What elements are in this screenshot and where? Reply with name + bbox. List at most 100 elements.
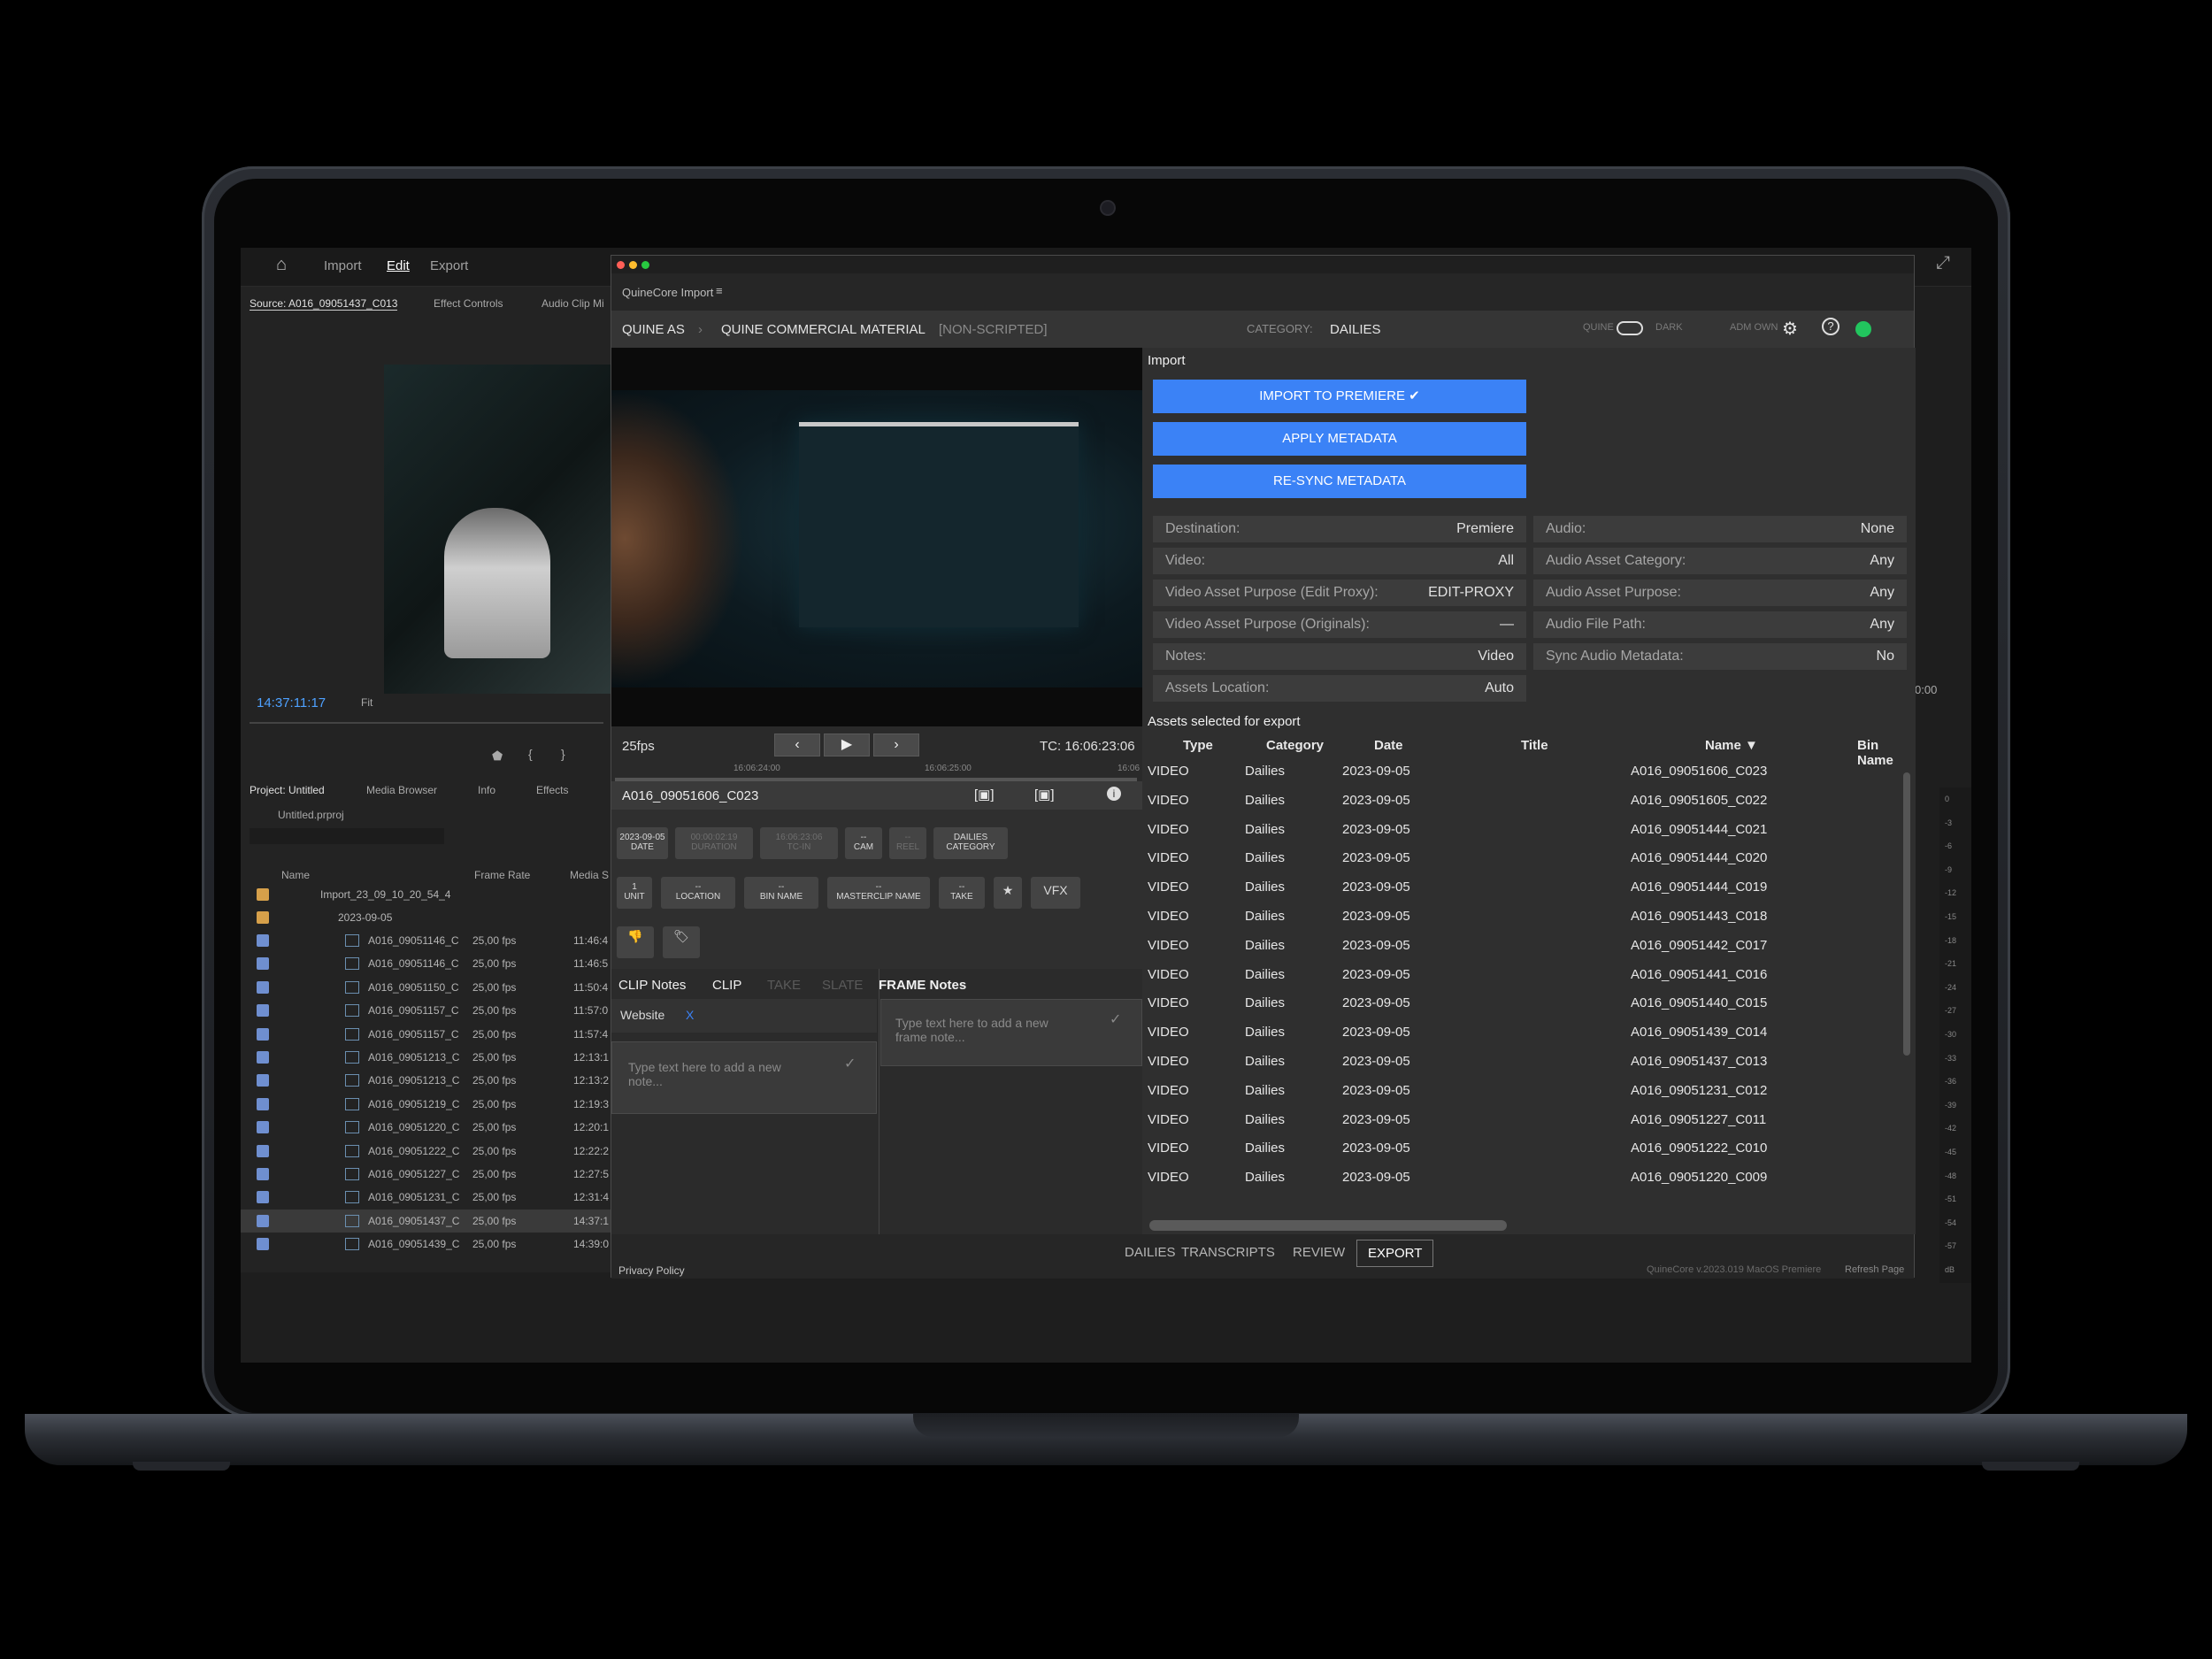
- metadata-chip-take[interactable]: -- TAKE: [939, 877, 985, 909]
- metadata-chip-duration[interactable]: 00:00:02:19 DURATION: [675, 827, 753, 859]
- tab-review[interactable]: REVIEW: [1293, 1245, 1345, 1260]
- remove-tag-button[interactable]: X: [686, 1008, 694, 1022]
- refresh-link[interactable]: Refresh Page: [1845, 1264, 1904, 1275]
- col-type[interactable]: Type: [1183, 738, 1213, 753]
- option-video-asset-purpose--originals--[interactable]: Video Asset Purpose (Originals): —: [1153, 611, 1526, 638]
- metadata-chip-vfx[interactable]: VFX: [1031, 877, 1080, 909]
- tab-media-browser[interactable]: Media Browser: [366, 784, 437, 796]
- clip-note-input[interactable]: Type text here to add a new note... ✓: [611, 1041, 877, 1114]
- fit-dropdown[interactable]: Fit: [361, 696, 373, 709]
- tab-clip[interactable]: CLIP: [712, 978, 741, 993]
- table-row[interactable]: VIDEO Dailies 2023-09-05 A016_09051440_C015: [1142, 988, 1903, 1018]
- check-icon[interactable]: ✓: [1110, 1010, 1121, 1028]
- metadata-chip-unit[interactable]: 1 UNIT: [617, 877, 652, 909]
- col-title[interactable]: Title: [1521, 738, 1548, 753]
- project-clip-row[interactable]: A016_09051157_C 25,00 fps 11:57:0: [241, 999, 612, 1022]
- project-clip-row[interactable]: A016_09051157_C 25,00 fps 11:57:4: [241, 1023, 612, 1046]
- project-clip-row[interactable]: A016_09051213_C 25,00 fps 12:13:1: [241, 1046, 612, 1069]
- horizontal-scrollbar[interactable]: [1149, 1220, 1507, 1231]
- prev-frame-button[interactable]: ‹: [774, 733, 820, 757]
- tag-icon[interactable]: 🏷: [663, 926, 700, 958]
- option-sync-audio-metadata-[interactable]: Sync Audio Metadata: No: [1533, 643, 1907, 670]
- metadata-chip-date[interactable]: 2023-09-05 DATE: [617, 827, 668, 859]
- tab-clip-notes[interactable]: CLIP Notes: [618, 978, 686, 993]
- project-clip-row[interactable]: A016_09051213_C 25,00 fps 12:13:2: [241, 1069, 612, 1092]
- col-name[interactable]: Name: [281, 869, 310, 881]
- nav-export[interactable]: Export: [430, 258, 468, 273]
- mark-in-frame-icon[interactable]: [▣]: [974, 787, 995, 803]
- metadata-chip-category[interactable]: DAILIES CATEGORY: [933, 827, 1008, 859]
- project-clip-row[interactable]: A016_09051146_C 25,00 fps 11:46:4: [241, 929, 612, 952]
- metadata-chip-location[interactable]: -- LOCATION: [661, 877, 735, 909]
- project-clip-row[interactable]: A016_09051231_C 25,00 fps 12:31:4: [241, 1186, 612, 1209]
- col-date[interactable]: Date: [1374, 738, 1403, 753]
- marker-icon[interactable]: ⬟: [492, 749, 503, 764]
- home-icon[interactable]: ⌂: [276, 255, 287, 275]
- gear-icon[interactable]: ⚙: [1782, 318, 1798, 340]
- table-row[interactable]: VIDEO Dailies 2023-09-05 A016_09051439_C014: [1142, 1018, 1903, 1047]
- tab-slate[interactable]: SLATE: [822, 978, 863, 993]
- category-value[interactable]: DAILIES: [1330, 322, 1381, 337]
- table-row[interactable]: VIDEO Dailies 2023-09-05 A016_09051220_C009: [1142, 1163, 1903, 1192]
- table-row[interactable]: VIDEO Dailies 2023-09-05 A016_09051444_C019: [1142, 872, 1903, 902]
- option-audio-file-path-[interactable]: Audio File Path: Any: [1533, 611, 1907, 638]
- tab-effects[interactable]: Effects: [536, 784, 568, 796]
- col-category[interactable]: Category: [1266, 738, 1324, 753]
- table-row[interactable]: VIDEO Dailies 2023-09-05 A016_09051444_C021: [1142, 815, 1903, 844]
- metadata-chip-bin-name[interactable]: -- BIN NAME: [744, 877, 818, 909]
- play-button[interactable]: ▶: [824, 733, 870, 757]
- breadcrumb-org[interactable]: QUINE AS: [622, 322, 685, 337]
- table-row[interactable]: VIDEO Dailies 2023-09-05 A016_09051227_C011: [1142, 1105, 1903, 1134]
- metadata-chip-cam[interactable]: -- CAM: [845, 827, 882, 859]
- close-window-button[interactable]: [617, 261, 625, 269]
- thumbs-down-icon[interactable]: 👎: [617, 926, 654, 958]
- theme-toggle[interactable]: [1617, 321, 1643, 335]
- tab-take[interactable]: TAKE: [767, 978, 801, 993]
- mark-out-frame-icon[interactable]: [▣]: [1034, 787, 1055, 803]
- project-clip-row[interactable]: A016_09051150_C 25,00 fps 11:50:4: [241, 976, 612, 999]
- check-icon[interactable]: ✓: [844, 1055, 856, 1072]
- col-media-start[interactable]: Media S: [570, 869, 609, 881]
- col-name[interactable]: Name ▼: [1705, 738, 1758, 753]
- tab-transcripts[interactable]: TRANSCRIPTS: [1181, 1245, 1275, 1260]
- nav-import[interactable]: Import: [324, 258, 362, 273]
- folder-row[interactable]: Import_23_09_10_20_54_4: [241, 883, 612, 906]
- metadata-chip-masterclip-name[interactable]: -- MASTERCLIP NAME: [827, 877, 930, 909]
- tab-info[interactable]: Info: [478, 784, 495, 796]
- apply-metadata-button[interactable]: APPLY METADATA: [1153, 422, 1526, 456]
- option-video-asset-purpose--edit-proxy--[interactable]: Video Asset Purpose (Edit Proxy): EDIT-PR…: [1153, 580, 1526, 606]
- project-clip-row[interactable]: A016_09051437_C 25,00 fps 14:37:1: [241, 1209, 612, 1233]
- expand-icon[interactable]: ⤢: [1936, 253, 1950, 273]
- project-clip-row[interactable]: A016_09051146_C 25,00 fps 11:46:5: [241, 952, 612, 975]
- help-icon[interactable]: ?: [1822, 318, 1839, 335]
- breadcrumb-project[interactable]: QUINE COMMERCIAL MATERIAL: [721, 322, 926, 337]
- project-clip-row[interactable]: A016_09051220_C 25,00 fps 12:20:1: [241, 1116, 612, 1139]
- option-notes-[interactable]: Notes: Video: [1153, 643, 1526, 670]
- tab-audio-clip-mixer[interactable]: Audio Clip Mi: [541, 297, 604, 310]
- source-scrubber[interactable]: [250, 722, 603, 724]
- project-search-input[interactable]: [250, 828, 444, 844]
- metadata-chip-favorite[interactable]: ★: [994, 877, 1022, 909]
- info-icon[interactable]: i: [1107, 787, 1121, 801]
- project-clip-row[interactable]: A016_09051219_C 25,00 fps 12:19:3: [241, 1093, 612, 1116]
- project-clip-row[interactable]: A016_09051222_C 25,00 fps 12:22:2: [241, 1140, 612, 1163]
- table-row[interactable]: VIDEO Dailies 2023-09-05 A016_09051441_C016: [1142, 960, 1903, 989]
- table-row[interactable]: VIDEO Dailies 2023-09-05 A016_09051443_C018: [1142, 902, 1903, 931]
- option-video-[interactable]: Video: All: [1153, 548, 1526, 574]
- table-row[interactable]: VIDEO Dailies 2023-09-05 A016_09051605_C022: [1142, 786, 1903, 815]
- metadata-chip-reel[interactable]: -- REEL: [889, 827, 926, 859]
- tab-effect-controls[interactable]: Effect Controls: [434, 297, 503, 310]
- menu-icon[interactable]: ≡: [716, 284, 723, 297]
- col-frame-rate[interactable]: Frame Rate: [474, 869, 530, 881]
- nav-edit[interactable]: Edit: [387, 258, 410, 273]
- table-row[interactable]: VIDEO Dailies 2023-09-05 A016_09051437_C013: [1142, 1047, 1903, 1076]
- frame-note-input[interactable]: Type text here to add a new frame note..…: [880, 999, 1142, 1066]
- minimize-window-button[interactable]: [629, 261, 637, 269]
- import-to-premiere-button[interactable]: IMPORT TO PREMIERE ✔: [1153, 380, 1526, 413]
- table-row[interactable]: VIDEO Dailies 2023-09-05 A016_09051444_C020: [1142, 843, 1903, 872]
- option-assets-location-[interactable]: Assets Location: Auto: [1153, 675, 1526, 702]
- mark-in-icon[interactable]: {: [528, 747, 533, 761]
- vertical-scrollbar[interactable]: [1903, 772, 1910, 1056]
- option-audio-[interactable]: Audio: None: [1533, 516, 1907, 542]
- table-row[interactable]: VIDEO Dailies 2023-09-05 A016_09051442_C017: [1142, 931, 1903, 960]
